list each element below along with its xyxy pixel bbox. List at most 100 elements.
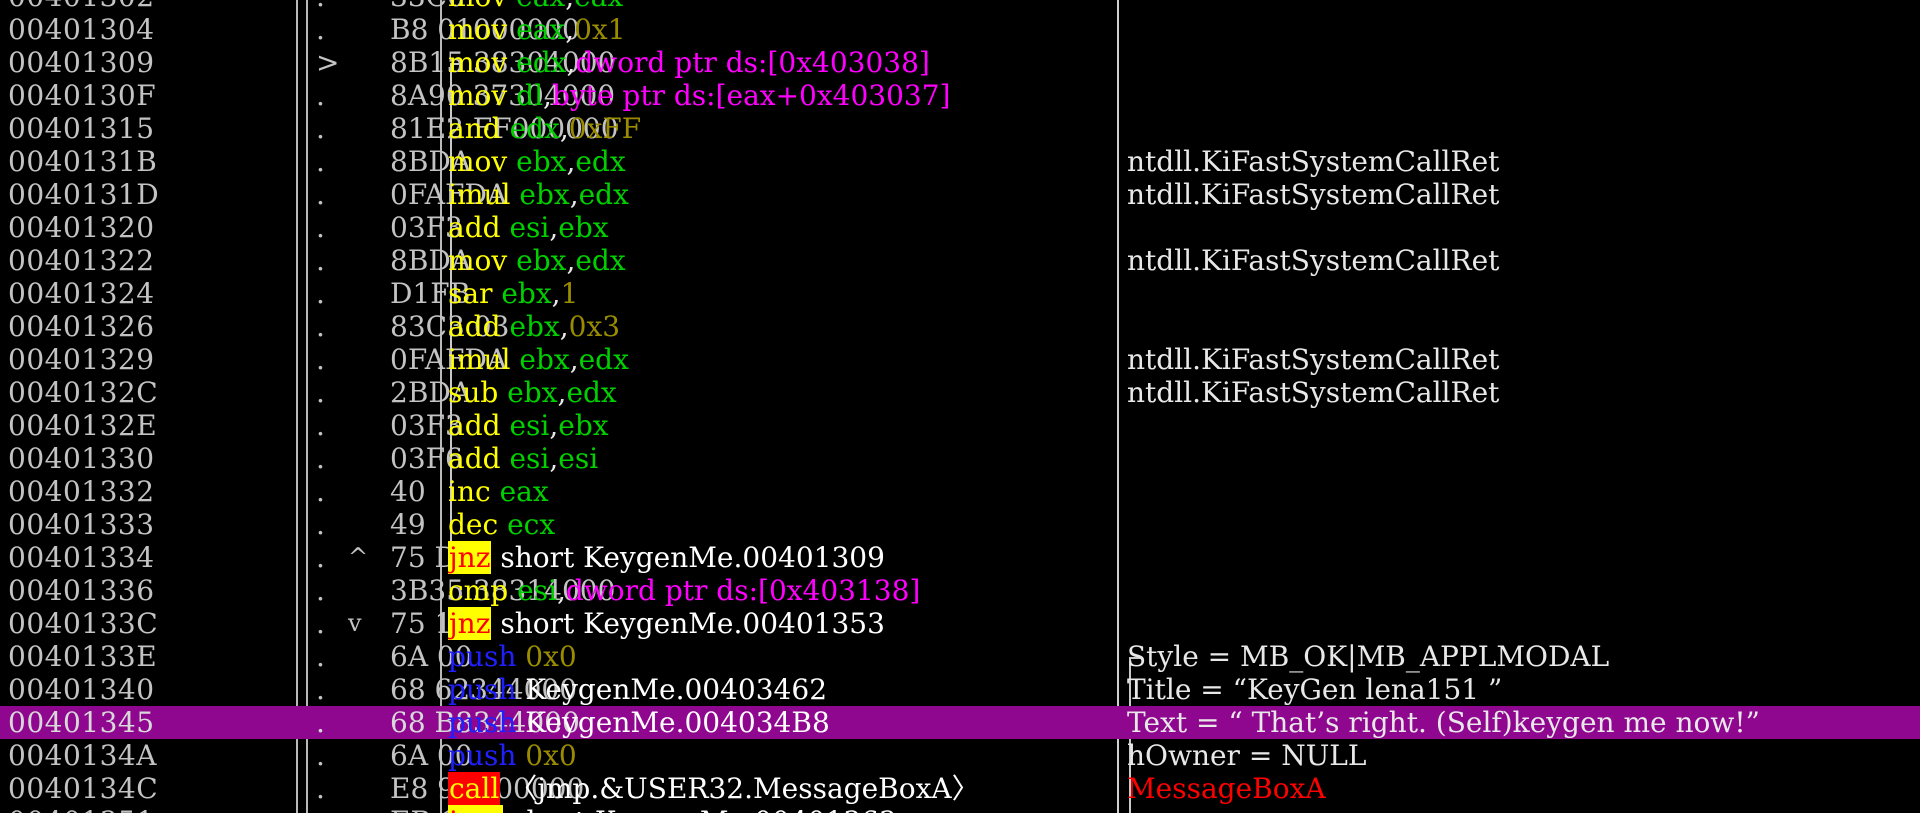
row-disassembly[interactable]: mov edx,dword ptr ds:[0x403038] [448,46,1113,79]
disasm-token: call [448,772,501,805]
row-disassembly[interactable]: jnz short KeygenMe.00401353 [448,607,1113,640]
row-address: 00401351 [8,805,288,813]
table-row[interactable]: 00401302.33C0mov eax,eax [0,0,1920,13]
table-row[interactable]: 0040134A. 6A 00 push 0x0 hOwner = NULL [0,739,1920,772]
row-disassembly[interactable]: imul ebx,edx [448,343,1113,376]
row-comment[interactable]: ntdll.KiFastSystemCallRet [1127,343,1920,376]
row-disassembly[interactable]: and edx,0xFF [448,112,1113,145]
row-disassembly[interactable]: push KeygenMe.00403462 [448,673,1113,706]
row-disassembly[interactable]: mov eax,eax [448,0,1113,13]
row-address: 00401330 [8,442,155,475]
row-disassembly[interactable]: jmp short KeygenMe.00401363 [448,805,1113,813]
row-disassembly[interactable]: add esi,ebx [448,409,1113,442]
disasm-token: jmp [448,805,504,813]
row-disassembly[interactable]: mov ebx,edx [448,145,1113,178]
table-row[interactable]: 00401330. 03F6 add esi,esi [0,442,1920,475]
row-disassembly[interactable]: dec ecx [448,508,1113,541]
row-analysis-marker: . [316,640,325,673]
disasm-token: push [448,739,526,772]
table-row[interactable]: 00401315. 81E2 FF000000 and edx,0xFF [0,112,1920,145]
table-row[interactable]: 00401309 >8B15 38304000 mov edx,dword ptr … [0,46,1920,79]
disasm-token: eax [574,0,623,13]
row-comment[interactable]: Title = “KeyGen lena151 ” [1127,673,1920,706]
row-comment[interactable]: MessageBoxA [1127,772,1920,805]
table-row[interactable]: 00401332. 40 inc eax [0,475,1920,508]
disasm-token: , [559,112,569,145]
table-row[interactable]: 0040133E. 6A 00 push 0x0 Style = MB_OK|MB_A… [0,640,1920,673]
disasm-token: esi [517,574,557,607]
table-row[interactable]: 0040133C. v 75 15 jnz short KeygenMe.004013… [0,607,1920,640]
disasm-token: , [566,145,576,178]
row-analysis-marker: . [316,673,325,706]
row-analysis-marker: . [316,409,325,442]
row-comment[interactable]: hOwner = NULL [1127,739,1920,772]
row-disassembly[interactable]: imul ebx,edx [448,178,1113,211]
row-jump-direction-marker: v [348,609,362,637]
row-disassembly[interactable]: add esi,esi [448,442,1113,475]
disasm-token: 〈jmp.&USER32.MessageBoxA〉 [500,772,980,805]
row-disassembly[interactable]: push KeygenMe.004034B8 [448,706,1113,739]
table-row[interactable]: 00401334. ^ 75 D3 jnz short KeygenMe.004013… [0,541,1920,574]
row-address: 00401302 [8,0,288,13]
disasm-token: ebx [519,343,570,376]
table-row[interactable]: 0040131D. 0FAFDA imul ebx,edx ntdll.KiFastS… [0,178,1920,211]
row-comment[interactable]: Style = MB_OK|MB_APPLMODAL [1127,640,1920,673]
disasm-token: edx [566,376,617,409]
row-address: 0040132C [8,376,159,409]
table-row[interactable]: 00401329. 0FAFDA imul ebx,edx ntdll.KiFastS… [0,343,1920,376]
row-comment[interactable]: ntdll.KiFastSystemCallRet [1127,145,1920,178]
row-analysis-marker: . [316,475,325,508]
table-row[interactable]: 0040130F. 8A90 37304000 mov dl,byte ptr ds… [0,79,1920,112]
table-row[interactable]: 00401322. 8BDA mov ebx,edx ntdll.KiFastSyst… [0,244,1920,277]
table-row[interactable]: 00401351.EB 10jmp short KeygenMe.0040136… [0,805,1920,813]
table-row[interactable]: 00401333. 49 dec ecx [0,508,1920,541]
row-comment[interactable]: ntdll.KiFastSystemCallRet [1127,244,1920,277]
table-row[interactable]: 00401340. 68 62344000 push KeygenMe.004034… [0,673,1920,706]
row-analysis-marker: . [316,376,325,409]
row-disassembly[interactable]: jnz short KeygenMe.00401309 [448,541,1113,574]
table-row[interactable]: 00401345. 68 B8344000 push KeygenMe.004034… [0,706,1920,739]
row-comment[interactable]: ntdll.KiFastSystemCallRet [1127,178,1920,211]
row-address: 00401322 [8,244,155,277]
row-disassembly[interactable]: mov eax,0x1 [448,13,1113,46]
disasm-token: ebx [507,376,558,409]
row-disassembly[interactable]: mov ebx,edx [448,244,1113,277]
disasm-token: eax [516,13,566,46]
cpu-disassembly-pane[interactable]: 00401302.33C0mov eax,eax00401304.B8 0100… [0,0,1920,813]
row-analysis-marker: . [316,112,325,145]
table-row[interactable]: 0040132C. 2BDA sub ebx,edx ntdll.KiFastSyst… [0,376,1920,409]
disasm-token: add [448,211,510,244]
table-row[interactable]: 00401324. D1FB sar ebx,1 [0,277,1920,310]
disasm-token: push [448,706,526,739]
table-row[interactable]: 0040132E. 03F3 add esi,ebx [0,409,1920,442]
row-analysis-marker: . [316,739,325,772]
row-address: 0040131D [8,178,160,211]
table-row[interactable]: 0040134C. E8 9D000000 call 〈jmp.&USER32.Me… [0,772,1920,805]
table-row[interactable]: 00401320. 03F3 add esi,ebx [0,211,1920,244]
disasm-token: ebx [558,409,609,442]
row-disassembly[interactable]: sub ebx,edx [448,376,1113,409]
row-disassembly[interactable]: call 〈jmp.&USER32.MessageBoxA〉 [448,772,1113,805]
row-comment[interactable]: Text = “ That’s right. (Self)keygen me n… [1127,706,1920,739]
row-disassembly[interactable]: push 0x0 [448,739,1113,772]
row-address: 00401329 [8,343,155,376]
table-row[interactable]: 00401336. 3B35 38314000 cmp esi,dword ptr … [0,574,1920,607]
row-disassembly[interactable]: mov dl,byte ptr ds:[eax+0x403037] [448,79,1113,112]
row-disassembly[interactable]: push 0x0 [448,640,1113,673]
disasm-token: 0x3 [568,310,621,343]
table-row[interactable]: 00401326. 83C3 03 add ebx,0x3 [0,310,1920,343]
table-row[interactable]: 0040131B. 8BDA mov ebx,edx ntdll.KiFastSyst… [0,145,1920,178]
row-disassembly[interactable]: cmp esi,dword ptr ds:[0x403138] [448,574,1113,607]
disasm-token: KeygenMe.00403462 [525,673,828,706]
comment-token: hOwner = NULL [1127,739,1367,772]
disasm-token: ecx [507,508,556,541]
row-disassembly[interactable]: sar ebx,1 [448,277,1113,310]
row-address: 00401345 [8,706,155,739]
table-row[interactable]: 00401304. B8 01000000 mov eax,0x1 [0,13,1920,46]
comment-token: ntdll.KiFastSystemCallRet [1127,244,1500,277]
row-disassembly[interactable]: add ebx,0x3 [448,310,1113,343]
row-comment[interactable]: ntdll.KiFastSystemCallRet [1127,376,1920,409]
row-disassembly[interactable]: inc eax [448,475,1113,508]
row-disassembly[interactable]: add esi,ebx [448,211,1113,244]
disasm-token: esi [509,442,550,475]
